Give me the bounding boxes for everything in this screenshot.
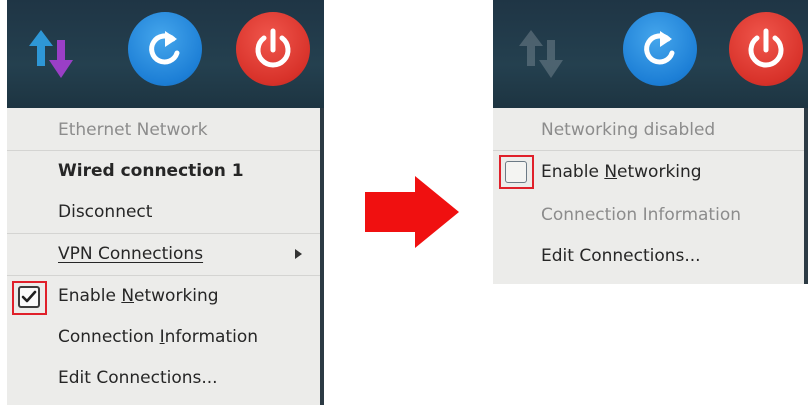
network-menu: Networking disabled Enable Networking Co… bbox=[493, 108, 808, 284]
refresh-icon bbox=[644, 31, 675, 65]
menu-item-label: VPN Connections bbox=[58, 244, 204, 264]
power-button[interactable] bbox=[236, 12, 310, 86]
menu-item-networking-disabled: Networking disabled bbox=[493, 110, 804, 150]
menu-item-label: Wired connection 1 bbox=[58, 161, 244, 181]
menu-separator bbox=[493, 150, 804, 151]
menu-item-ethernet-network: Ethernet Network bbox=[7, 110, 320, 150]
menu-item-label: Ethernet Network bbox=[58, 120, 208, 140]
top-panel-bar bbox=[7, 0, 324, 108]
network-transfer-icon[interactable] bbox=[515, 26, 571, 82]
right-arrow-icon bbox=[365, 176, 459, 248]
menu-item-wired-connection[interactable]: Wired connection 1 bbox=[7, 151, 320, 191]
menu-item-label: Connection Information bbox=[58, 327, 259, 347]
highlight-box bbox=[12, 281, 47, 315]
menu-item-edit-connections[interactable]: Edit Connections... bbox=[493, 236, 804, 276]
network-menu: Ethernet Network Wired connection 1 Disc… bbox=[7, 108, 324, 405]
power-button[interactable] bbox=[729, 12, 803, 86]
refresh-icon bbox=[149, 31, 180, 65]
menu-item-label: Enable Networking bbox=[541, 162, 702, 182]
before-screenshot: Ethernet Network Wired connection 1 Disc… bbox=[7, 0, 324, 405]
power-icon bbox=[255, 28, 291, 68]
submenu-arrow-icon bbox=[295, 249, 302, 259]
after-screenshot: Networking disabled Enable Networking Co… bbox=[493, 0, 808, 284]
highlight-box bbox=[499, 155, 534, 189]
refresh-button[interactable] bbox=[623, 12, 697, 86]
menu-item-edit-connections[interactable]: Edit Connections... bbox=[7, 358, 320, 398]
network-transfer-icon[interactable] bbox=[25, 26, 81, 82]
menu-item-label: Networking disabled bbox=[541, 120, 716, 140]
refresh-button[interactable] bbox=[128, 12, 202, 86]
top-panel-bar bbox=[493, 0, 808, 108]
menu-item-enable-networking[interactable]: Enable Networking bbox=[493, 152, 804, 192]
menu-item-enable-networking[interactable]: Enable Networking bbox=[7, 276, 320, 316]
menu-item-label: Enable Networking bbox=[58, 286, 219, 306]
menu-item-vpn-connections[interactable]: VPN Connections bbox=[7, 234, 320, 274]
menu-item-connection-information: Connection Information bbox=[493, 195, 804, 235]
menu-item-label: Edit Connections... bbox=[541, 246, 701, 266]
menu-item-label: Disconnect bbox=[58, 202, 153, 222]
menu-item-label: Edit Connections... bbox=[58, 368, 218, 388]
menu-item-disconnect[interactable]: Disconnect bbox=[7, 192, 320, 232]
power-icon bbox=[748, 28, 784, 68]
menu-item-label: Connection Information bbox=[541, 205, 741, 225]
menu-item-connection-information[interactable]: Connection Information bbox=[7, 317, 320, 357]
